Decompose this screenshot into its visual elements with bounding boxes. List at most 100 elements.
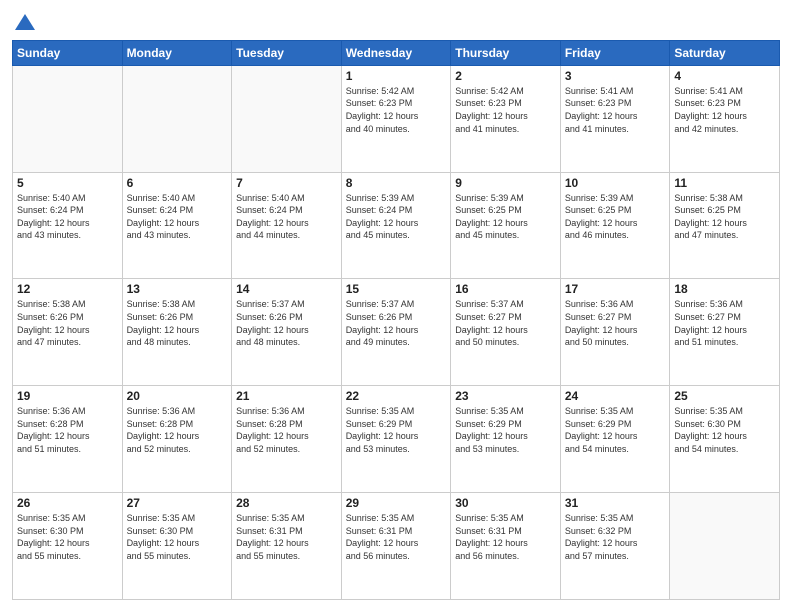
day-number: 11 [674,176,775,190]
day-number: 7 [236,176,337,190]
header [12,12,780,32]
day-number: 3 [565,69,666,83]
day-info: Sunrise: 5:35 AM Sunset: 6:29 PM Dayligh… [346,405,447,455]
day-number: 22 [346,389,447,403]
day-info: Sunrise: 5:35 AM Sunset: 6:32 PM Dayligh… [565,512,666,562]
day-info: Sunrise: 5:35 AM Sunset: 6:30 PM Dayligh… [127,512,228,562]
calendar-week-row: 1Sunrise: 5:42 AM Sunset: 6:23 PM Daylig… [13,65,780,172]
day-info: Sunrise: 5:35 AM Sunset: 6:30 PM Dayligh… [17,512,118,562]
calendar-cell: 18Sunrise: 5:36 AM Sunset: 6:27 PM Dayli… [670,279,780,386]
day-info: Sunrise: 5:39 AM Sunset: 6:25 PM Dayligh… [565,192,666,242]
weekday-header: Tuesday [232,40,342,65]
day-number: 5 [17,176,118,190]
logo [12,12,35,32]
day-number: 2 [455,69,556,83]
day-info: Sunrise: 5:42 AM Sunset: 6:23 PM Dayligh… [455,85,556,135]
logo-icon [15,14,35,30]
day-info: Sunrise: 5:39 AM Sunset: 6:25 PM Dayligh… [455,192,556,242]
calendar-cell: 21 Sunrise: 5:36 AM Sunset: 6:28 PM Dayli… [232,386,342,493]
day-number: 19 [17,389,118,403]
weekday-header: Friday [560,40,670,65]
calendar-cell: 2 Sunrise: 5:42 AM Sunset: 6:23 PM Daylig… [451,65,561,172]
day-number: 14 [236,282,337,296]
day-number: 18 [674,282,775,296]
day-number: 20 [127,389,228,403]
day-info: Sunrise: 5:35 AM Sunset: 6:29 PM Dayligh… [565,405,666,455]
day-number: 23 [455,389,556,403]
day-info: Sunrise: 5:35 AM Sunset: 6:31 PM Dayligh… [236,512,337,562]
calendar-cell: 4Sunrise: 5:41 AM Sunset: 6:23 PM Daylig… [670,65,780,172]
day-info: Sunrise: 5:35 AM Sunset: 6:30 PM Dayligh… [674,405,775,455]
day-number: 12 [17,282,118,296]
day-info: Sunrise: 5:38 AM Sunset: 6:26 PM Dayligh… [17,298,118,348]
calendar-cell: 14 Sunrise: 5:37 AM Sunset: 6:26 PM Dayli… [232,279,342,386]
day-info: Sunrise: 5:37 AM Sunset: 6:26 PM Dayligh… [346,298,447,348]
day-number: 6 [127,176,228,190]
weekday-header: Saturday [670,40,780,65]
calendar-cell [232,65,342,172]
calendar-cell: 23 Sunrise: 5:35 AM Sunset: 6:29 PM Dayli… [451,386,561,493]
day-number: 4 [674,69,775,83]
day-info: Sunrise: 5:40 AM Sunset: 6:24 PM Dayligh… [236,192,337,242]
day-info: Sunrise: 5:38 AM Sunset: 6:26 PM Dayligh… [127,298,228,348]
calendar-cell: 3Sunrise: 5:41 AM Sunset: 6:23 PM Daylig… [560,65,670,172]
day-info: Sunrise: 5:36 AM Sunset: 6:28 PM Dayligh… [236,405,337,455]
calendar-week-row: 19 Sunrise: 5:36 AM Sunset: 6:28 PM Dayli… [13,386,780,493]
day-number: 21 [236,389,337,403]
day-number: 10 [565,176,666,190]
calendar-week-row: 12 Sunrise: 5:38 AM Sunset: 6:26 PM Dayli… [13,279,780,386]
calendar-cell: 13 Sunrise: 5:38 AM Sunset: 6:26 PM Dayli… [122,279,232,386]
day-number: 24 [565,389,666,403]
day-info: Sunrise: 5:36 AM Sunset: 6:27 PM Dayligh… [565,298,666,348]
calendar-cell [122,65,232,172]
weekday-header: Thursday [451,40,561,65]
day-info: Sunrise: 5:36 AM Sunset: 6:28 PM Dayligh… [127,405,228,455]
day-info: Sunrise: 5:37 AM Sunset: 6:27 PM Dayligh… [455,298,556,348]
day-info: Sunrise: 5:35 AM Sunset: 6:29 PM Dayligh… [455,405,556,455]
day-info: Sunrise: 5:40 AM Sunset: 6:24 PM Dayligh… [17,192,118,242]
calendar-cell: 25 Sunrise: 5:35 AM Sunset: 6:30 PM Dayli… [670,386,780,493]
day-number: 27 [127,496,228,510]
calendar-cell [670,493,780,600]
day-info: Sunrise: 5:40 AM Sunset: 6:24 PM Dayligh… [127,192,228,242]
weekday-header: Sunday [13,40,123,65]
weekday-header: Monday [122,40,232,65]
calendar-cell: 8Sunrise: 5:39 AM Sunset: 6:24 PM Daylig… [341,172,451,279]
day-number: 25 [674,389,775,403]
day-info: Sunrise: 5:36 AM Sunset: 6:28 PM Dayligh… [17,405,118,455]
day-info: Sunrise: 5:37 AM Sunset: 6:26 PM Dayligh… [236,298,337,348]
calendar-week-row: 5 Sunrise: 5:40 AM Sunset: 6:24 PM Daylig… [13,172,780,279]
calendar-cell: 1Sunrise: 5:42 AM Sunset: 6:23 PM Daylig… [341,65,451,172]
day-number: 30 [455,496,556,510]
calendar-cell: 27 Sunrise: 5:35 AM Sunset: 6:30 PM Dayli… [122,493,232,600]
calendar-cell: 10 Sunrise: 5:39 AM Sunset: 6:25 PM Dayli… [560,172,670,279]
day-number: 29 [346,496,447,510]
day-number: 13 [127,282,228,296]
day-info: Sunrise: 5:39 AM Sunset: 6:24 PM Dayligh… [346,192,447,242]
calendar-cell: 17 Sunrise: 5:36 AM Sunset: 6:27 PM Dayli… [560,279,670,386]
calendar-cell: 7 Sunrise: 5:40 AM Sunset: 6:24 PM Daylig… [232,172,342,279]
calendar-week-row: 26Sunrise: 5:35 AM Sunset: 6:30 PM Dayli… [13,493,780,600]
calendar-cell: 26Sunrise: 5:35 AM Sunset: 6:30 PM Dayli… [13,493,123,600]
calendar-cell: 9 Sunrise: 5:39 AM Sunset: 6:25 PM Daylig… [451,172,561,279]
day-number: 28 [236,496,337,510]
calendar-cell [13,65,123,172]
calendar-table: SundayMondayTuesdayWednesdayThursdayFrid… [12,40,780,600]
weekday-header-row: SundayMondayTuesdayWednesdayThursdayFrid… [13,40,780,65]
calendar-cell: 22 Sunrise: 5:35 AM Sunset: 6:29 PM Dayli… [341,386,451,493]
calendar-cell: 19 Sunrise: 5:36 AM Sunset: 6:28 PM Dayli… [13,386,123,493]
day-number: 16 [455,282,556,296]
calendar-cell: 16 Sunrise: 5:37 AM Sunset: 6:27 PM Dayli… [451,279,561,386]
weekday-header: Wednesday [341,40,451,65]
calendar-cell: 5 Sunrise: 5:40 AM Sunset: 6:24 PM Daylig… [13,172,123,279]
calendar-cell: 30Sunrise: 5:35 AM Sunset: 6:31 PM Dayli… [451,493,561,600]
calendar-cell: 31Sunrise: 5:35 AM Sunset: 6:32 PM Dayli… [560,493,670,600]
day-info: Sunrise: 5:35 AM Sunset: 6:31 PM Dayligh… [346,512,447,562]
day-number: 9 [455,176,556,190]
day-number: 15 [346,282,447,296]
calendar-cell: 6 Sunrise: 5:40 AM Sunset: 6:24 PM Daylig… [122,172,232,279]
calendar-cell: 29 Sunrise: 5:35 AM Sunset: 6:31 PM Dayli… [341,493,451,600]
logo-text [12,12,35,32]
day-number: 17 [565,282,666,296]
calendar-cell: 11Sunrise: 5:38 AM Sunset: 6:25 PM Dayli… [670,172,780,279]
